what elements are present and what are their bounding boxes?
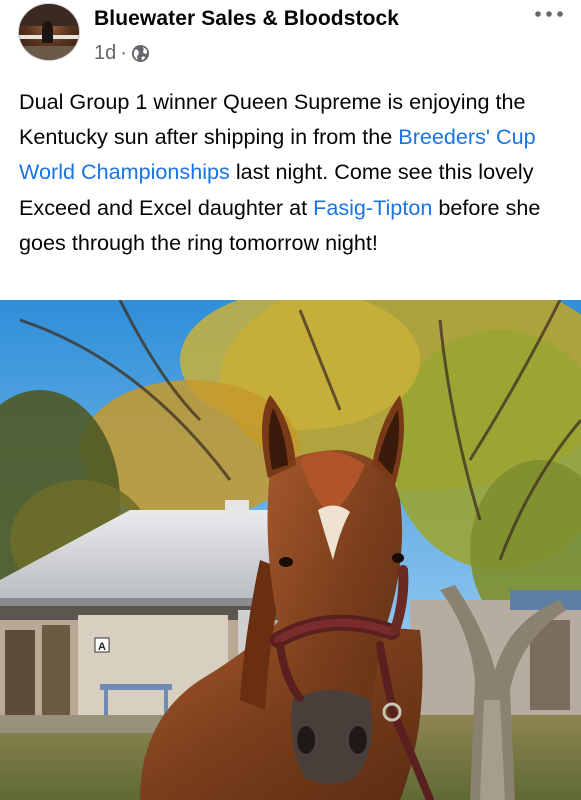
meta-separator: · <box>120 41 127 64</box>
fasig-tipton-link[interactable]: Fasig-Tipton <box>313 195 432 220</box>
page-name-link[interactable]: Bluewater Sales & Bloodstock <box>94 7 399 31</box>
globe-icon[interactable] <box>131 44 150 63</box>
avatar-figure <box>41 20 53 44</box>
post-photo[interactable]: A <box>0 300 581 800</box>
post-meta: 1d · <box>94 41 150 65</box>
horse-photo-illustration: A <box>0 300 581 800</box>
page-avatar[interactable] <box>18 3 80 61</box>
post-timestamp[interactable]: 1d <box>94 42 116 65</box>
barn-sign-letter: A <box>98 641 106 653</box>
avatar-ground <box>19 46 79 60</box>
post-header: Bluewater Sales & Bloodstock 1d · <box>0 0 581 72</box>
ellipsis-icon <box>535 11 563 17</box>
post-body-text: Dual Group 1 winner Queen Supreme is enj… <box>19 84 569 260</box>
more-options-button[interactable] <box>531 2 567 26</box>
